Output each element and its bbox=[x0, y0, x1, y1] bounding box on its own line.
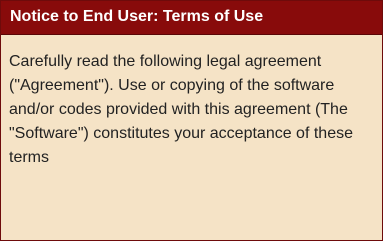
notice-body: Carefully read the following legal agree… bbox=[9, 50, 369, 170]
notice-header: Notice to End User: Terms of Use bbox=[1, 1, 382, 35]
notice-title: Notice to End User: Terms of Use bbox=[10, 8, 264, 25]
terms-notice-panel: Notice to End User: Terms of Use Careful… bbox=[0, 0, 383, 241]
notice-body-text: Carefully read the following legal agree… bbox=[9, 53, 353, 166]
